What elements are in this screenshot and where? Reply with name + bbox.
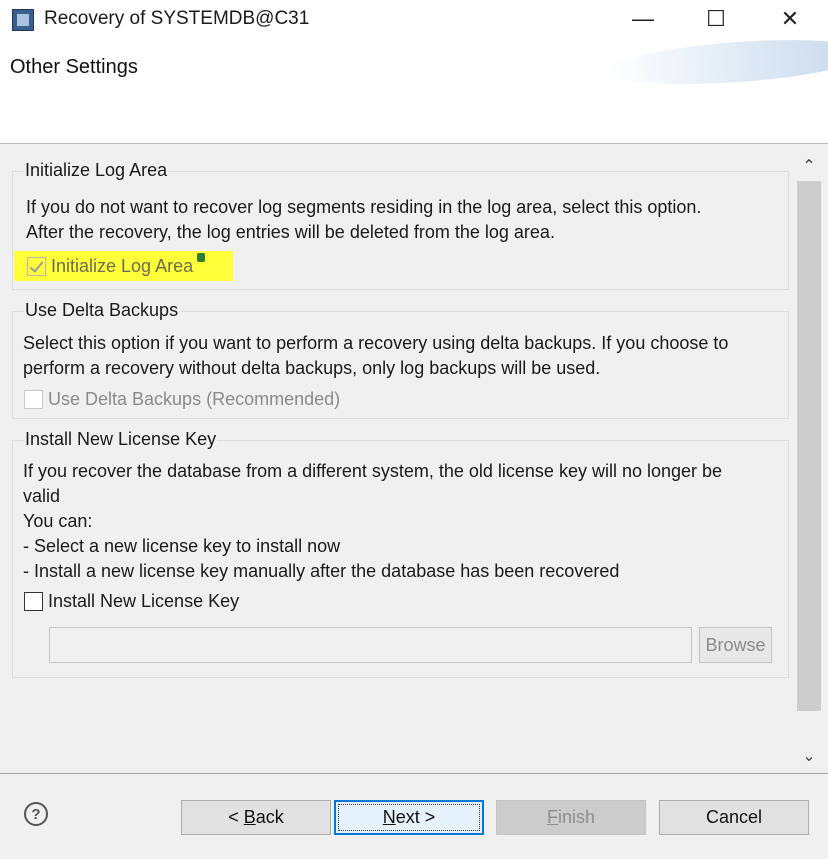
- info-icon: [197, 253, 206, 262]
- log-area-group-title: Initialize Log Area: [24, 160, 169, 181]
- license-description-line: If you recover the database from a diffe…: [23, 461, 723, 481]
- initialize-log-area-checkbox[interactable]: [27, 257, 46, 276]
- scroll-thumb[interactable]: [797, 181, 821, 711]
- scroll-down-icon[interactable]: ⌄: [796, 743, 822, 769]
- initialize-log-area-label: Initialize Log Area: [51, 256, 194, 276]
- use-delta-backups-checkbox[interactable]: [24, 390, 43, 409]
- back-button-label: ack: [255, 807, 284, 827]
- browse-button[interactable]: Browse: [699, 627, 772, 663]
- back-button-prefix: <: [228, 807, 244, 827]
- delta-backups-description-line: Select this option if you want to perfor…: [23, 333, 729, 353]
- app-icon: [12, 9, 34, 31]
- help-icon[interactable]: ?: [24, 802, 48, 826]
- log-area-group: Initialize Log Area If you do not want t…: [12, 160, 789, 290]
- license-description-line: - Select a new license key to install no…: [23, 536, 341, 556]
- use-delta-backups-label: Use Delta Backups (Recommended): [48, 389, 341, 409]
- install-license-label: Install New License Key: [48, 591, 240, 611]
- install-license-option[interactable]: Install New License Key: [24, 591, 239, 612]
- next-button-label: ext >: [395, 807, 436, 827]
- back-button-mnemonic: B: [243, 807, 256, 827]
- license-description-line: valid: [23, 486, 61, 506]
- license-path-input[interactable]: [49, 627, 692, 663]
- initialize-log-area-option[interactable]: Initialize Log Area: [27, 253, 206, 277]
- title-bar: Recovery of SYSTEMDB@C31 — ☐ ✕: [0, 0, 828, 40]
- finish-button-label: inish: [557, 807, 596, 827]
- minimize-button[interactable]: —: [620, 4, 666, 34]
- back-button[interactable]: < Back: [181, 800, 331, 835]
- next-button[interactable]: Next >: [334, 800, 484, 835]
- delta-backups-group: Use Delta Backups Select this option if …: [12, 300, 789, 419]
- maximize-button[interactable]: ☐: [693, 4, 739, 34]
- header-decoration: [606, 40, 828, 92]
- scroll-up-icon[interactable]: ⌃: [796, 153, 822, 179]
- log-area-description-line: After the recovery, the log entries will…: [26, 222, 555, 242]
- license-key-group-title: Install New License Key: [24, 429, 218, 450]
- wizard-content: Initialize Log Area If you do not want t…: [0, 145, 828, 773]
- window-title: Recovery of SYSTEMDB@C31: [44, 8, 310, 29]
- license-key-group: Install New License Key If you recover t…: [12, 429, 789, 678]
- wizard-header: Other Settings: [0, 40, 828, 144]
- install-license-checkbox[interactable]: [24, 592, 43, 611]
- scroll-area: Initialize Log Area If you do not want t…: [0, 145, 795, 773]
- vertical-scrollbar[interactable]: ⌃ ⌄: [796, 153, 822, 768]
- finish-button-mnemonic: F: [546, 807, 558, 827]
- wizard-footer: ? < Back Next > Finish Cancel: [0, 774, 828, 859]
- page-title: Other Settings: [10, 56, 138, 78]
- next-button-mnemonic: N: [382, 807, 396, 827]
- close-button[interactable]: ✕: [767, 4, 813, 34]
- use-delta-backups-option[interactable]: Use Delta Backups (Recommended): [24, 389, 340, 410]
- delta-backups-group-title: Use Delta Backups: [24, 300, 180, 321]
- delta-backups-description-line: perform a recovery without delta backups…: [23, 358, 601, 378]
- finish-button[interactable]: Finish: [496, 800, 646, 835]
- license-description-line: - Install a new license key manually aft…: [23, 561, 620, 581]
- log-area-description-line: If you do not want to recover log segmen…: [26, 197, 702, 217]
- cancel-button[interactable]: Cancel: [659, 800, 809, 835]
- license-description-line: You can:: [23, 511, 93, 531]
